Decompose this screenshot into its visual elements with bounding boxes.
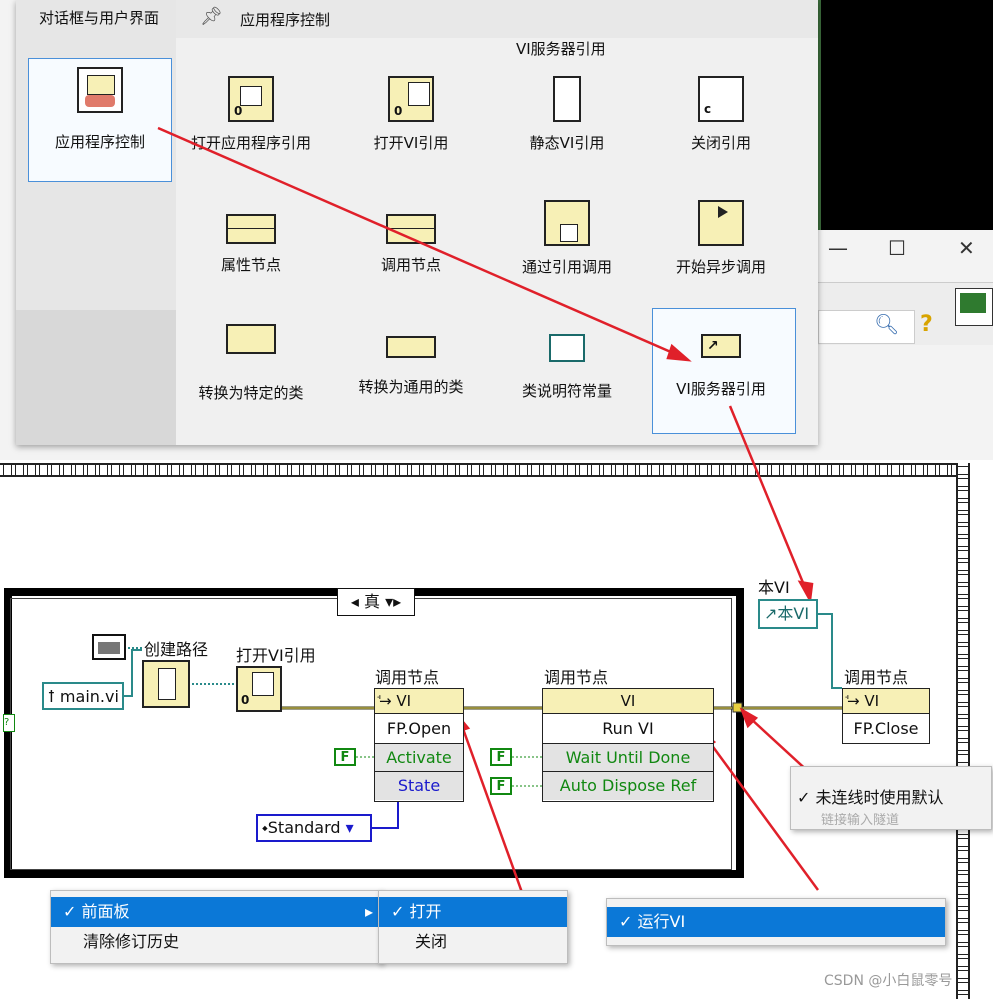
path-const-value: main.vi	[59, 687, 119, 706]
menu-item-label: 前面板	[81, 902, 130, 921]
ref-in-icon: ꜗ→	[379, 692, 392, 710]
open-vi-ref-label: 打开VI引用	[236, 646, 316, 665]
state-enum[interactable]: ⬩Standard ▾	[256, 814, 372, 842]
bool-const-dispose[interactable]: F	[490, 777, 512, 795]
tunnel-point	[732, 702, 743, 713]
invoke2-method[interactable]: Run VI	[543, 715, 713, 743]
invoke-node-3[interactable]: ꜗ→ VI FP.Close	[842, 688, 930, 744]
enum-value: Standard	[267, 818, 341, 837]
ref-in-icon: ꜗ→	[847, 692, 860, 710]
this-vi-value: 本VI	[777, 604, 810, 623]
invoke2-label: 调用节点	[544, 668, 609, 687]
invoke3-method[interactable]: FP.Close	[843, 715, 929, 743]
check-icon: ✓	[619, 912, 633, 931]
bool-const-activate[interactable]: F	[334, 748, 356, 766]
check-icon: ✓	[63, 902, 77, 921]
invoke2-param-dispose[interactable]: Auto Dispose Ref	[543, 771, 713, 800]
invoke3-label: 调用节点	[844, 668, 909, 687]
case-selector-terminal: ?	[3, 714, 15, 732]
ref-arrow-icon: ↗	[764, 604, 778, 623]
menu-item-link-tunnel[interactable]: 链接输入隧道	[791, 813, 991, 829]
annotation-arrows	[157, 126, 825, 921]
menu-item-use-default[interactable]: ✓ 未连线时使用默认	[791, 783, 991, 813]
menu-item-front-panel[interactable]: ✓ 前面板 ▸	[51, 897, 381, 927]
check-icon: ✓	[391, 902, 405, 921]
path-constant[interactable]: ꝉ main.vi	[42, 682, 124, 710]
menu-item-clear-history[interactable]: 清除修订历史	[51, 927, 381, 957]
run-vi-menu: ✓ 运行VI	[606, 898, 946, 946]
watermark: CSDN @小白鼠零号	[824, 973, 953, 989]
build-path-icon[interactable]	[142, 660, 190, 708]
path-const-icon: ꝉ	[48, 687, 60, 706]
enum-wire	[372, 797, 399, 829]
menu-item-open[interactable]: ✓ 打开	[379, 897, 567, 927]
invoke-node-1[interactable]: ꜗ→ VI FP.Open Activate State	[374, 688, 464, 802]
invoke1-param-activate[interactable]: Activate	[375, 743, 463, 772]
front-panel-menu: ✓ 前面板 ▸ 清除修订历史	[50, 890, 382, 964]
vi-ref-wire	[818, 613, 842, 689]
menu-item-close[interactable]: 关闭	[379, 927, 567, 957]
open-vi-ref-node[interactable]: 0	[236, 666, 282, 712]
this-vi-constant[interactable]: ↗本VI	[758, 599, 818, 629]
submenu-arrow-icon: ▸	[364, 902, 373, 921]
tunnel-context-menu: ✓ 未连线时使用默认 链接输入隧道	[790, 766, 992, 830]
menu-item-label: 打开	[409, 902, 442, 921]
check-icon: ✓	[797, 788, 811, 807]
this-vi-label: 本VI	[758, 578, 790, 597]
invoke1-class: VI	[396, 692, 412, 710]
invoke2-header: VI	[543, 689, 713, 714]
front-panel-submenu: ✓ 打开 关闭	[378, 890, 568, 964]
invoke3-class: VI	[864, 692, 880, 710]
bool-const-wait[interactable]: F	[490, 748, 512, 766]
enum-dropdown-icon[interactable]: ▾	[346, 818, 354, 837]
invoke1-label: 调用节点	[375, 668, 440, 687]
invoke1-header: ꜗ→ VI	[375, 689, 463, 714]
menu-item-label: 未连线时使用默认	[815, 788, 944, 807]
invoke3-header: ꜗ→ VI	[843, 689, 929, 714]
build-path-label: 创建路径	[144, 640, 209, 659]
invoke2-class: VI	[620, 692, 636, 710]
invoke2-param-wait[interactable]: Wait Until Done	[543, 743, 713, 772]
invoke-node-2[interactable]: VI Run VI Wait Until Done Auto Dispose R…	[542, 688, 714, 802]
menu-item-run-vi[interactable]: ✓ 运行VI	[607, 907, 945, 937]
folder-icon	[92, 634, 126, 660]
invoke1-param-state[interactable]: State	[375, 771, 463, 800]
wires	[124, 126, 990, 921]
menu-item-label: 运行VI	[637, 912, 686, 931]
path-wire	[124, 649, 142, 697]
invoke1-method[interactable]: FP.Open	[375, 715, 463, 743]
